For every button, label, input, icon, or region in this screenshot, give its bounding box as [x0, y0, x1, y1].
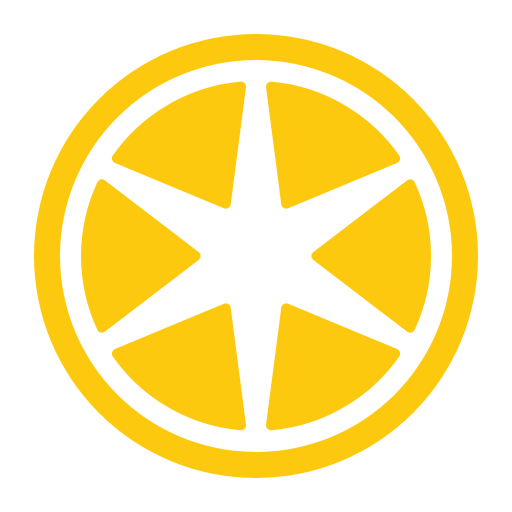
- lemon-slice-icon: [0, 0, 512, 512]
- lemon-logo: [0, 0, 512, 512]
